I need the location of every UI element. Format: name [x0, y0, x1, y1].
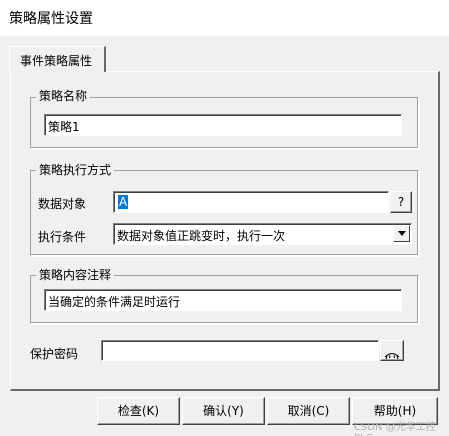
- cancel-button-label: 取消(C): [287, 404, 330, 418]
- comment-input[interactable]: 当确定的条件满足时运行: [44, 289, 402, 311]
- help-button-label: 帮助(H): [373, 404, 417, 418]
- window-title: 策略属性设置: [9, 11, 93, 27]
- browse-data-object-button[interactable]: ?: [390, 191, 412, 213]
- strategy-name-input[interactable]: 策略1: [44, 114, 402, 136]
- data-object-value: A: [118, 195, 129, 209]
- cancel-button[interactable]: 取消(C): [267, 397, 350, 425]
- data-object-label: 数据对象: [38, 197, 87, 211]
- data-object-input[interactable]: A: [113, 191, 389, 213]
- tab-label: 事件策略属性: [20, 54, 93, 68]
- watermark: CSDN @光华工控PLC: [354, 422, 436, 436]
- condition-select[interactable]: 数据对象值正跳变时，执行一次: [113, 223, 412, 245]
- eye-icon: [384, 345, 400, 371]
- title-bar: 策略属性设置: [0, 0, 449, 36]
- ok-button-label: 确认(Y): [203, 404, 244, 418]
- ok-button[interactable]: 确认(Y): [182, 397, 265, 425]
- condition-value: 数据对象值正跳变时，执行一次: [117, 229, 286, 243]
- condition-label: 执行条件: [38, 230, 87, 244]
- comment-value: 当确定的条件满足时运行: [48, 295, 181, 309]
- tab-event-strategy[interactable]: 事件策略属性: [9, 46, 106, 72]
- strategy-name-legend: 策略名称: [36, 89, 91, 103]
- check-button[interactable]: 检查(K): [97, 397, 180, 425]
- password-input[interactable]: [101, 340, 379, 361]
- password-label: 保护密码: [30, 347, 79, 361]
- execution-mode-legend: 策略执行方式: [36, 163, 115, 177]
- comment-legend: 策略内容注释: [36, 268, 115, 282]
- show-password-button[interactable]: [380, 340, 404, 361]
- browse-button-label: ?: [397, 195, 405, 209]
- chevron-down-icon[interactable]: [393, 225, 410, 242]
- strategy-name-value: 策略1: [48, 120, 80, 134]
- check-button-label: 检查(K): [117, 404, 160, 418]
